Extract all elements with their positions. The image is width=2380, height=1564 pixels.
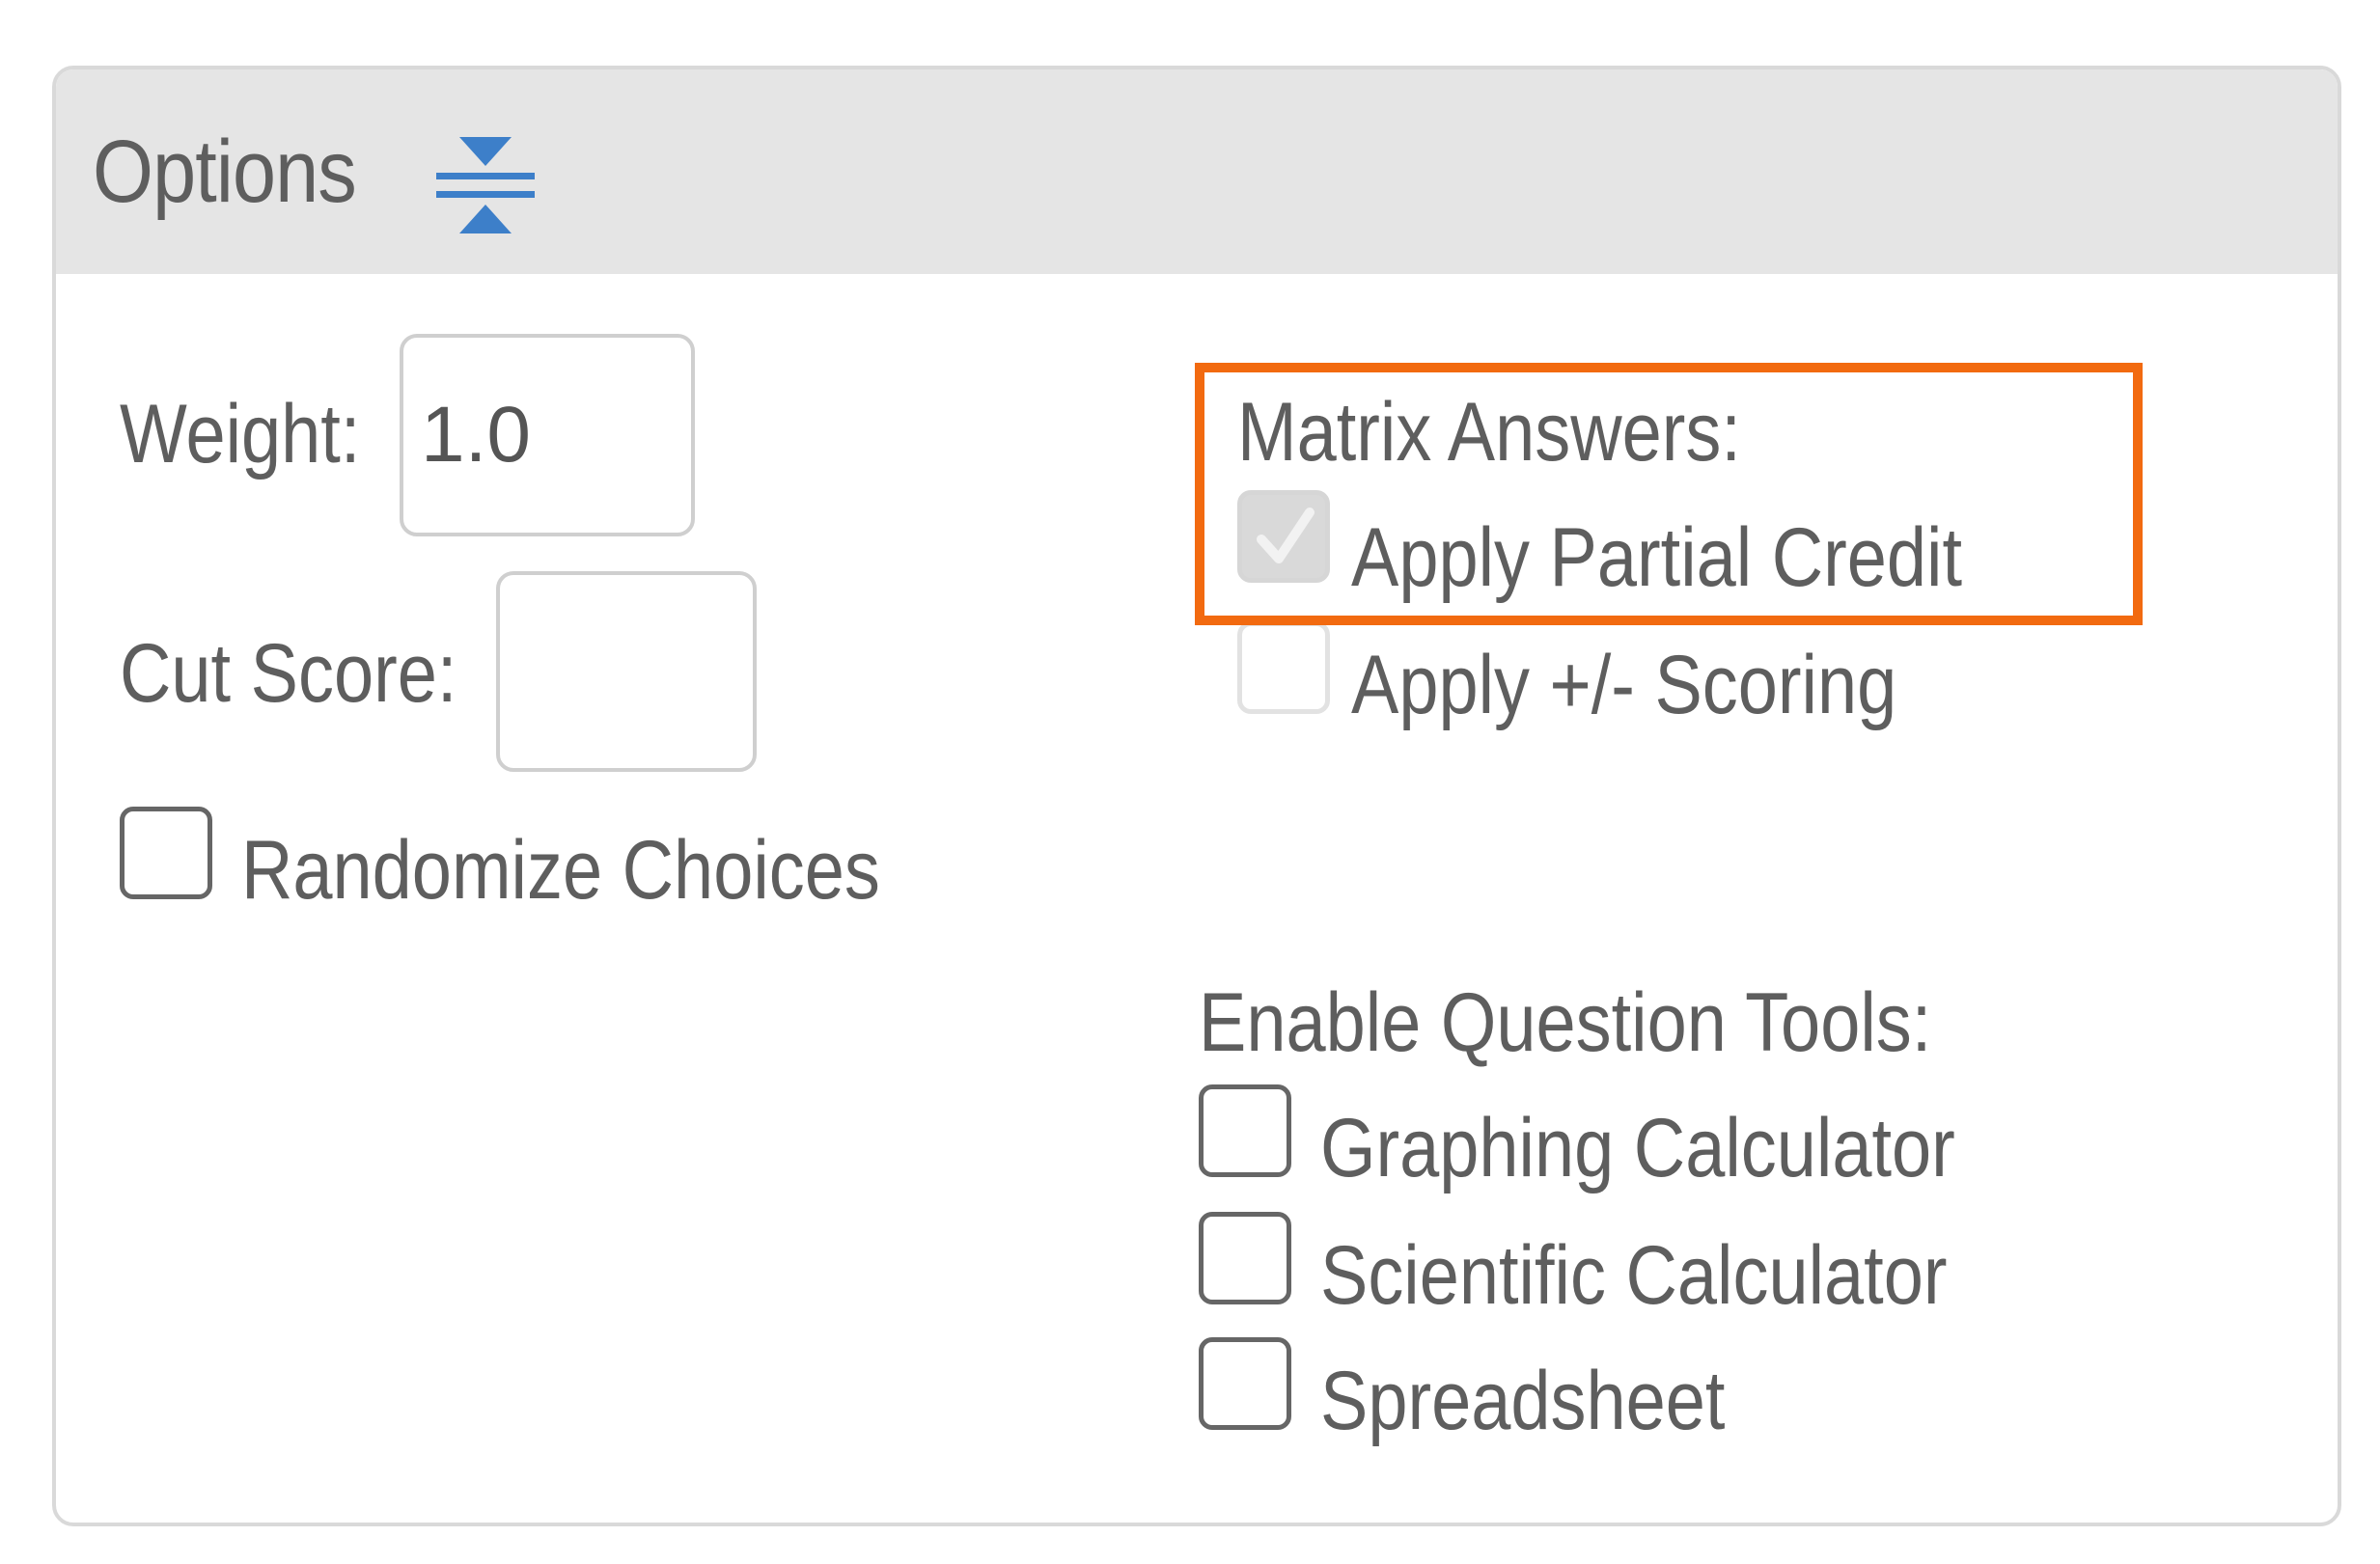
weight-label: Weight:: [120, 388, 361, 480]
question-tools-heading: Enable Question Tools:: [1199, 976, 1932, 1069]
options-panel: Options: [52, 66, 2341, 1526]
scientific-calculator-label[interactable]: Scientific Calculator: [1320, 1229, 1947, 1322]
cut-score-label: Cut Score:: [120, 627, 457, 720]
scientific-calculator-checkbox[interactable]: [1199, 1212, 1291, 1304]
randomize-choices-checkbox[interactable]: [120, 807, 212, 899]
panel-header: Options: [56, 69, 2338, 274]
cut-score-input[interactable]: [496, 571, 757, 772]
matrix-answers-heading: Matrix Answers:: [1237, 386, 1741, 479]
spreadsheet-label[interactable]: Spreadsheet: [1320, 1355, 1725, 1447]
apply-partial-credit-label[interactable]: Apply Partial Credit: [1351, 511, 1962, 604]
graphing-calculator-label[interactable]: Graphing Calculator: [1320, 1102, 1955, 1194]
spreadsheet-checkbox[interactable]: [1199, 1337, 1291, 1430]
collapse-vertical-icon[interactable]: [432, 133, 539, 239]
apply-partial-credit-checkbox[interactable]: [1237, 490, 1330, 583]
check-icon: [1257, 508, 1315, 563]
weight-input[interactable]: [400, 334, 695, 536]
apply-plus-minus-scoring-label[interactable]: Apply +/- Scoring: [1351, 639, 1896, 731]
apply-plus-minus-scoring-checkbox[interactable]: [1237, 621, 1330, 714]
randomize-choices-label[interactable]: Randomize Choices: [241, 824, 880, 917]
panel-title: Options: [93, 123, 357, 221]
graphing-calculator-checkbox[interactable]: [1199, 1084, 1291, 1177]
